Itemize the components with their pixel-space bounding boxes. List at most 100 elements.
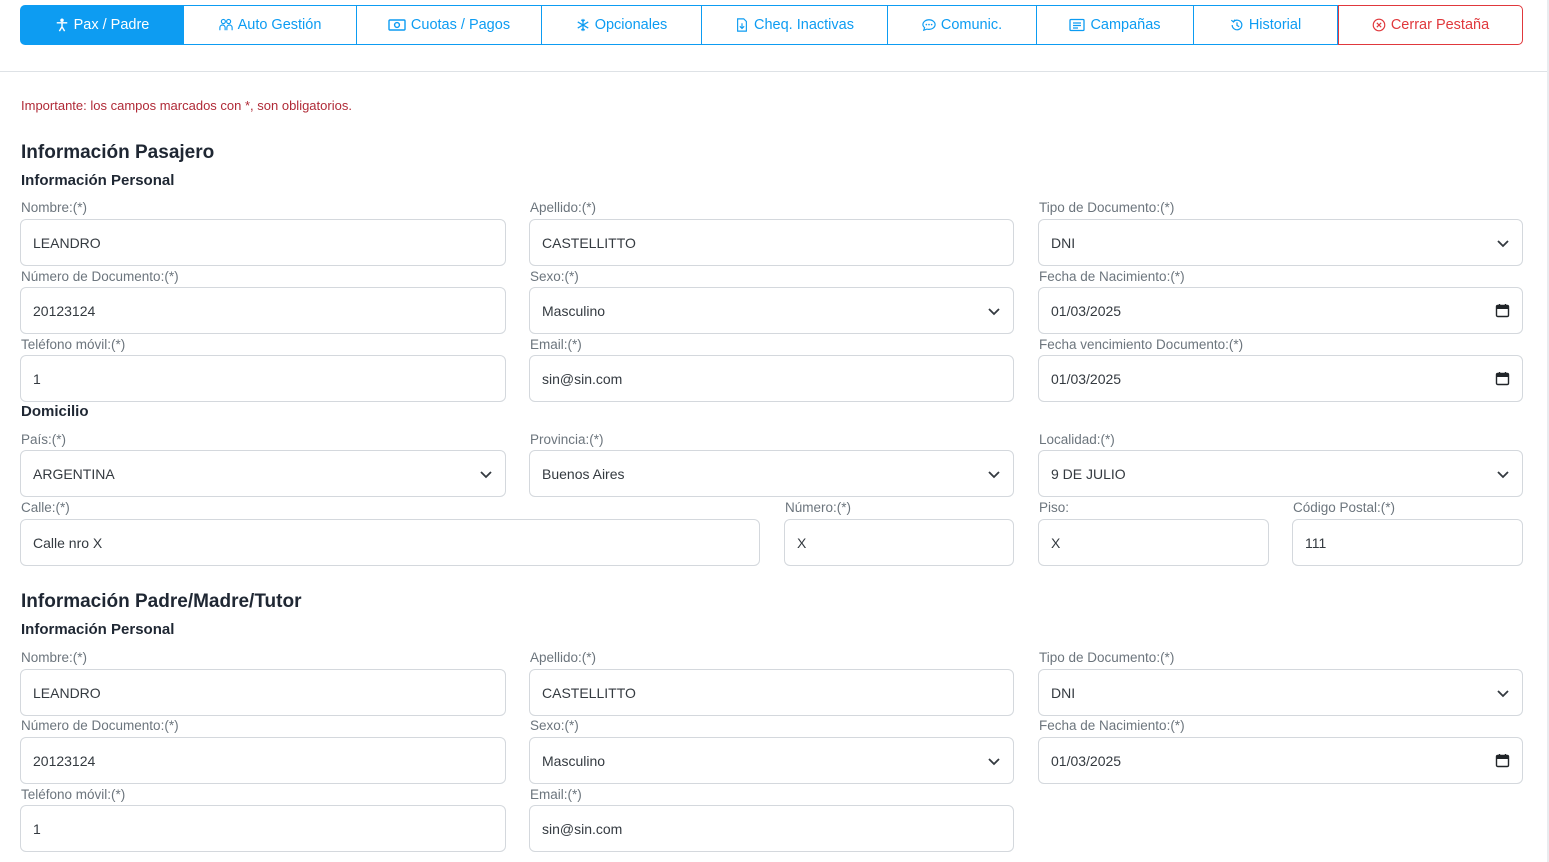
- tab-opcionales[interactable]: Opcionales: [542, 5, 702, 45]
- input-value: X: [797, 534, 807, 551]
- calendar-icon[interactable]: [1495, 371, 1510, 386]
- label-apellido: Apellido:(*): [530, 200, 597, 215]
- tab-historial[interactable]: Historial: [1194, 5, 1338, 45]
- label-email: Email:(*): [530, 337, 582, 352]
- label-provincia: Provincia:(*): [530, 432, 604, 447]
- input-value: CASTELLITTO: [542, 684, 636, 701]
- input-email[interactable]: sin@sin.com: [529, 355, 1014, 402]
- label-apellido: Apellido:(*): [530, 650, 597, 665]
- label-sexo: Sexo:(*): [530, 718, 579, 733]
- tab-comunic[interactable]: Comunic.: [888, 5, 1037, 45]
- select-localidad[interactable]: 9 DE JULIO: [1038, 450, 1523, 497]
- required-fields-note: Importante: los campos marcados con *, s…: [21, 98, 352, 113]
- file-download-icon: [735, 18, 749, 32]
- input-codigo-postal[interactable]: 111: [1292, 519, 1523, 566]
- date-padre-fecha-nacimiento[interactable]: 01/03/2025: [1038, 737, 1523, 784]
- chevron-down-icon: [987, 467, 1001, 481]
- close-circle-icon: [1372, 18, 1386, 32]
- tab-label: Pax / Padre: [73, 17, 150, 33]
- divider: [0, 71, 1549, 72]
- tab-label: Campañas: [1090, 17, 1161, 33]
- tab-cheq-inactivas[interactable]: Cheq. Inactivas: [702, 5, 888, 45]
- input-apellido[interactable]: CASTELLITTO: [529, 219, 1014, 266]
- select-padre-tipo-documento[interactable]: DNI: [1038, 669, 1523, 716]
- input-value: 20123124: [33, 752, 96, 769]
- input-padre-email[interactable]: sin@sin.com: [529, 805, 1014, 852]
- input-value: Calle nro X: [33, 534, 103, 551]
- subsection-title-personal: Información Personal: [21, 621, 175, 638]
- select-padre-sexo[interactable]: Masculino: [529, 737, 1014, 784]
- tab-campanas[interactable]: Campañas: [1037, 5, 1194, 45]
- tab-auto-gestion[interactable]: Auto Gestión: [184, 5, 357, 45]
- input-nombre[interactable]: LEANDRO: [20, 219, 506, 266]
- select-value: DNI: [1051, 684, 1076, 701]
- label-nombre: Nombre:(*): [21, 650, 88, 665]
- label-calle: Calle:(*): [21, 500, 70, 515]
- input-padre-apellido[interactable]: CASTELLITTO: [529, 669, 1014, 716]
- input-padre-numero-documento[interactable]: 20123124: [20, 737, 506, 784]
- label-telefono: Teléfono móvil:(*): [21, 787, 126, 802]
- input-telefono[interactable]: 1: [20, 355, 506, 402]
- tab-label: Cuotas / Pagos: [410, 17, 511, 33]
- tab-cuotas-pagos[interactable]: Cuotas / Pagos: [357, 5, 542, 45]
- label-fecha-nacimiento: Fecha de Nacimiento:(*): [1039, 718, 1185, 733]
- input-value: sin@sin.com: [542, 370, 623, 387]
- chat-icon: [922, 18, 936, 32]
- select-value: 9 DE JULIO: [1051, 465, 1126, 482]
- select-sexo[interactable]: Masculino: [529, 287, 1014, 334]
- cash-icon: [388, 18, 406, 32]
- history-icon: [1230, 18, 1244, 32]
- people-icon: [218, 18, 233, 32]
- label-email: Email:(*): [530, 787, 582, 802]
- tab-pax-padre[interactable]: Pax / Padre: [20, 5, 184, 45]
- input-calle[interactable]: Calle nro X: [20, 519, 760, 566]
- select-pais[interactable]: ARGENTINA: [20, 450, 506, 497]
- subsection-title-domicilio: Domicilio: [21, 403, 89, 420]
- person-icon: [55, 18, 69, 32]
- snowflake-icon: [576, 18, 590, 32]
- select-value: Masculino: [542, 752, 606, 769]
- tab-label: Comunic.: [940, 17, 1003, 33]
- label-pais: País:(*): [21, 432, 67, 447]
- input-value: LEANDRO: [33, 234, 101, 251]
- calendar-icon[interactable]: [1495, 753, 1510, 768]
- date-fecha-vencimiento[interactable]: 01/03/2025: [1038, 355, 1523, 402]
- select-value: DNI: [1051, 234, 1076, 251]
- input-padre-telefono[interactable]: 1: [20, 805, 506, 852]
- label-tipo-documento: Tipo de Documento:(*): [1039, 200, 1175, 215]
- tab-label: Auto Gestión: [237, 17, 322, 33]
- label-numero-documento: Número de Documento:(*): [21, 269, 179, 284]
- input-numero-documento[interactable]: 20123124: [20, 287, 506, 334]
- label-fecha-vencimiento: Fecha vencimiento Documento:(*): [1039, 337, 1244, 352]
- input-value: 1: [33, 370, 41, 387]
- tab-bar: Pax / Padre Auto Gestión Cuotas / Pagos …: [20, 5, 1523, 45]
- label-sexo: Sexo:(*): [530, 269, 579, 284]
- calendar-icon[interactable]: [1495, 303, 1510, 318]
- chevron-down-icon: [1496, 467, 1510, 481]
- label-nombre: Nombre:(*): [21, 200, 88, 215]
- date-value: 01/03/2025: [1051, 752, 1122, 769]
- label-numero-documento: Número de Documento:(*): [21, 718, 179, 733]
- select-value: ARGENTINA: [33, 465, 115, 482]
- input-numero[interactable]: X: [784, 519, 1014, 566]
- select-value: Masculino: [542, 302, 606, 319]
- label-tipo-documento: Tipo de Documento:(*): [1039, 650, 1175, 665]
- subsection-title-personal: Información Personal: [21, 172, 175, 189]
- tab-cerrar-pestana[interactable]: Cerrar Pestaña: [1338, 5, 1523, 45]
- section-title-padre: Información Padre/Madre/Tutor: [21, 591, 302, 612]
- label-numero: Número:(*): [785, 500, 852, 515]
- label-piso: Piso:: [1039, 500, 1070, 515]
- input-value: 1: [33, 820, 41, 837]
- select-tipo-documento[interactable]: DNI: [1038, 219, 1523, 266]
- date-value: 01/03/2025: [1051, 370, 1122, 387]
- select-provincia[interactable]: Buenos Aires: [529, 450, 1014, 497]
- chevron-down-icon: [987, 304, 1001, 318]
- label-telefono: Teléfono móvil:(*): [21, 337, 126, 352]
- label-localidad: Localidad:(*): [1039, 432, 1115, 447]
- date-fecha-nacimiento[interactable]: 01/03/2025: [1038, 287, 1523, 334]
- input-piso[interactable]: X: [1038, 519, 1269, 566]
- input-padre-nombre[interactable]: LEANDRO: [20, 669, 506, 716]
- chevron-down-icon: [479, 467, 493, 481]
- card-icon: [1069, 18, 1086, 32]
- tab-label: Cheq. Inactivas: [754, 17, 854, 33]
